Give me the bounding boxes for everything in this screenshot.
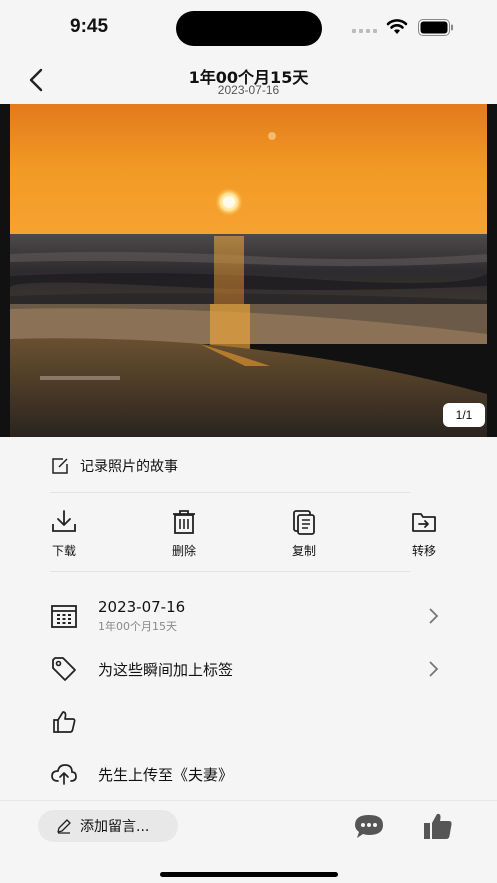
chevron-right-icon xyxy=(429,608,439,624)
upload-row: 先生上传至《夫妻》 xyxy=(50,760,440,788)
status-bar: 9:45 xyxy=(0,0,497,56)
download-label: 下载 xyxy=(51,544,76,558)
thumbs-up-outline-icon xyxy=(53,711,76,733)
battery-icon xyxy=(418,19,453,36)
add-comment-label: 添加留言... xyxy=(80,819,150,835)
chat-bubble-icon[interactable] xyxy=(353,813,385,841)
copy-label: 复制 xyxy=(291,544,316,558)
page-subtitle: 2023-07-16 xyxy=(217,83,280,97)
delete-button[interactable]: 删除 xyxy=(154,508,214,559)
date-sub: 1年00个月15天 xyxy=(98,620,177,633)
copy-button[interactable]: 复制 xyxy=(274,508,334,559)
trash-icon xyxy=(173,510,195,534)
thumbs-up-icon[interactable] xyxy=(422,811,454,841)
action-bar: 下载 删除 复制 转移 xyxy=(0,508,497,560)
tag-label: 为这些瞬间加上标签 xyxy=(98,660,234,679)
calendar-icon xyxy=(51,605,77,628)
cellular-signal-icon xyxy=(352,29,380,35)
copy-icon xyxy=(293,510,315,535)
nav-bar: 1年00个月15天 2023-07-16 xyxy=(0,56,497,104)
sunset-photo xyxy=(10,104,487,437)
tag-row[interactable]: 为这些瞬间加上标签 xyxy=(50,655,440,683)
record-story-button[interactable]: 记录照片的故事 xyxy=(50,448,178,484)
tag-icon xyxy=(52,657,76,681)
dynamic-island xyxy=(176,11,322,46)
home-indicator xyxy=(160,872,338,877)
status-time: 9:45 xyxy=(70,16,109,37)
date-row[interactable]: 2023-07-16 1年00个月15天 xyxy=(50,598,440,634)
download-button[interactable]: 下载 xyxy=(34,508,94,559)
record-story-label: 记录照片的故事 xyxy=(80,459,178,475)
divider xyxy=(50,492,410,493)
add-comment-button[interactable]: 添加留言... xyxy=(38,810,178,842)
date-main: 2023-07-16 xyxy=(98,598,186,616)
download-icon xyxy=(52,510,76,532)
upload-info: 先生上传至《夫妻》 xyxy=(98,765,234,784)
cloud-upload-icon xyxy=(51,764,77,785)
pencil-icon xyxy=(57,819,71,834)
move-folder-icon xyxy=(412,513,436,532)
photo-viewer[interactable]: 1/1 xyxy=(0,104,497,437)
like-row[interactable] xyxy=(50,708,440,736)
photo-counter: 1/1 xyxy=(443,403,485,427)
chevron-right-icon xyxy=(429,661,439,677)
edit-square-icon xyxy=(52,458,68,474)
delete-label: 删除 xyxy=(171,544,196,558)
divider xyxy=(50,571,410,572)
move-label: 转移 xyxy=(411,544,436,558)
move-button[interactable]: 转移 xyxy=(394,508,454,559)
wifi-icon xyxy=(386,19,408,34)
bottom-bar: 添加留言... xyxy=(0,800,497,883)
